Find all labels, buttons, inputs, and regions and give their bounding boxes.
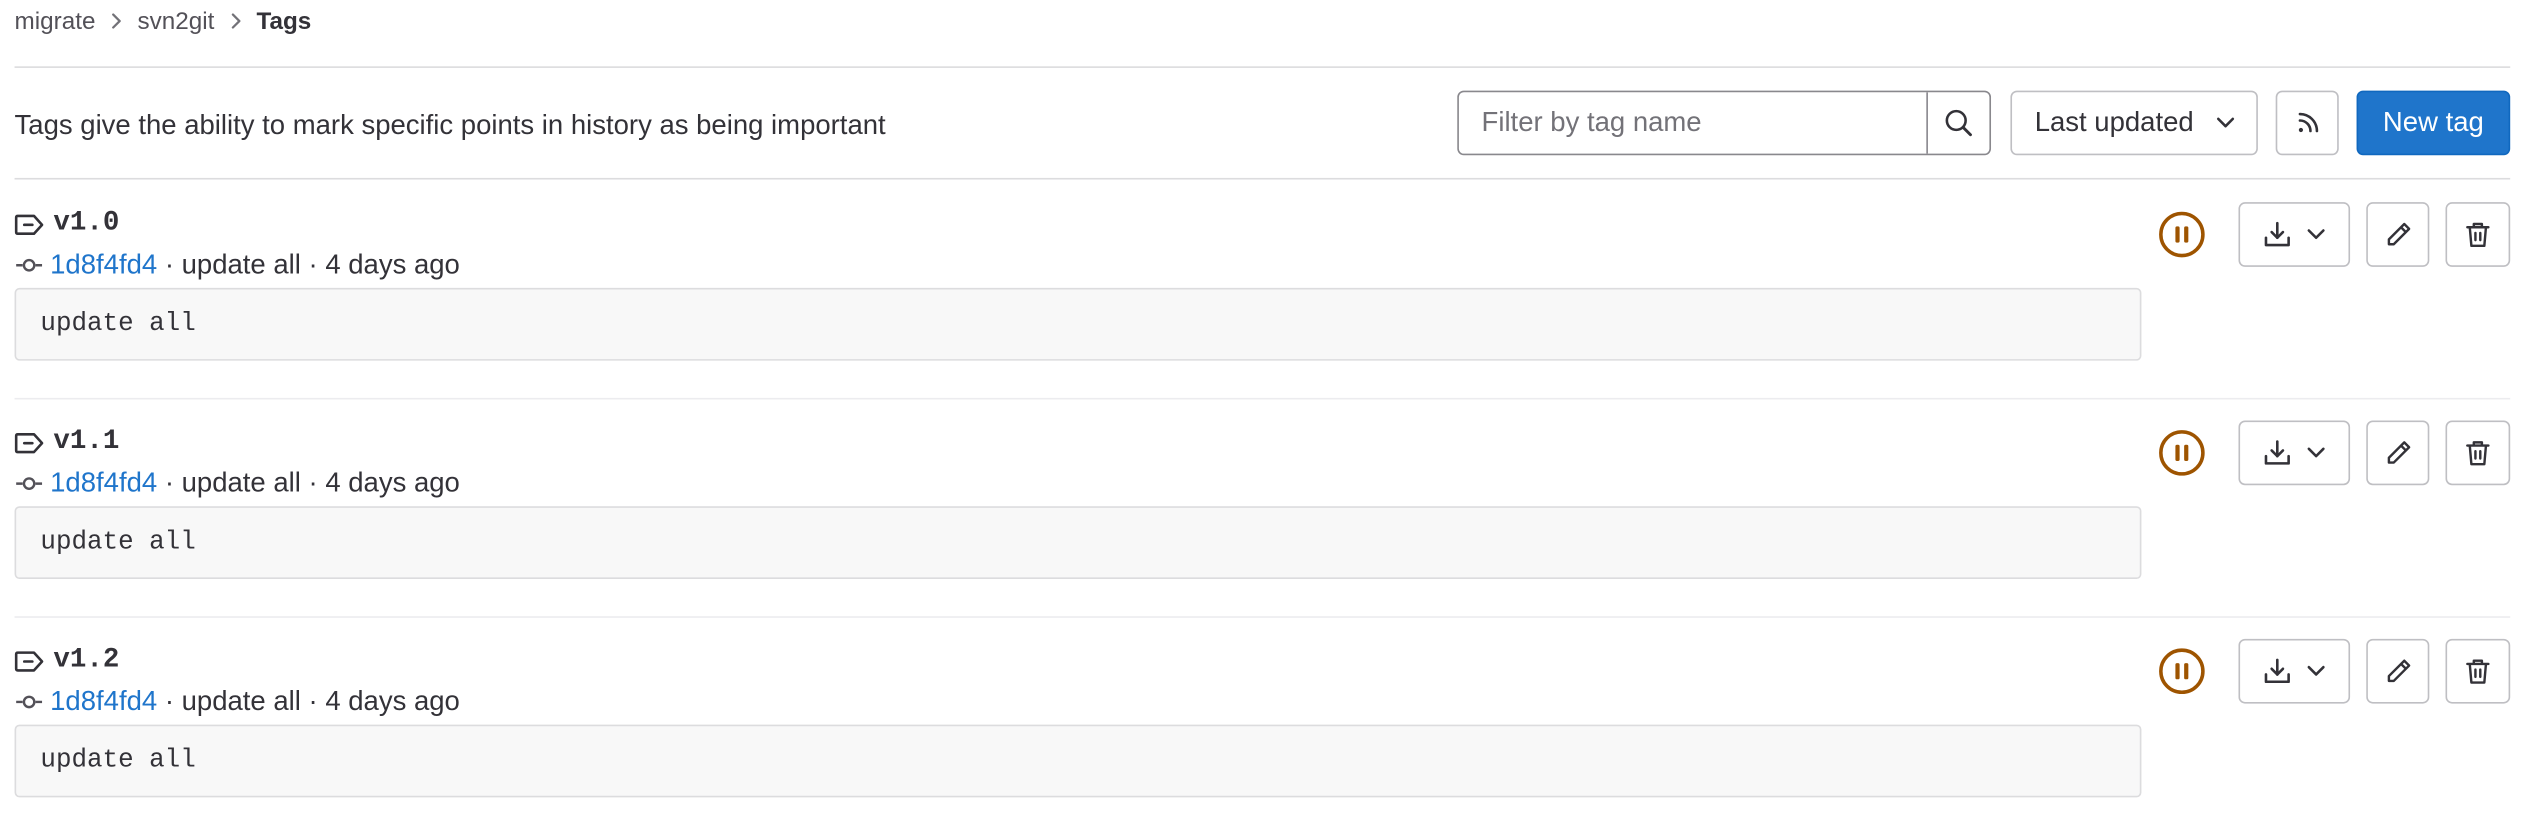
tags-page: migrate svn2git Tags Tags give the abili… [0,0,2536,822]
commit-sha-link[interactable]: 1d8f4fd4 [50,467,157,499]
trash-icon [2466,222,2490,248]
search-button[interactable] [1926,92,1989,154]
commit-time: 4 days ago [325,249,460,280]
tag-message: update all [14,506,2142,580]
download-dropdown[interactable] [2238,638,2351,704]
pencil-icon [2386,659,2410,683]
commit-icon [16,695,43,709]
separator: · [157,685,182,717]
tag-title: v1.2 [13,645,119,676]
tag-title: v1.0 [13,209,119,240]
separator: · [300,685,326,717]
tag-row: v1.1 1d8f4fd4 · update all · 4 days ago … [0,398,2536,618]
pencil-icon [2386,441,2410,464]
commit-info: 1d8f4fd4 · update all · 4 days ago [15,467,460,499]
separator: · [157,249,182,280]
breadcrumb-current: Tags [256,7,312,35]
sort-dropdown[interactable]: Last updated [2010,90,2258,156]
chevron-down-icon [2216,117,2235,128]
commit-info: 1d8f4fd4 · update all · 4 days ago [15,686,460,718]
divider [14,66,2511,68]
chevron-down-icon [2307,447,2325,458]
sort-selected-label: Last updated [2034,106,2194,138]
tag-title: v1.1 [13,427,119,458]
search-icon [1945,109,1972,137]
tag-icon [14,650,44,671]
new-tag-button[interactable]: New tag [2356,90,2511,156]
tag-name[interactable]: v1.1 [53,427,119,458]
pipeline-status-icon[interactable] [2158,429,2207,478]
commit-sha-link[interactable]: 1d8f4fd4 [50,249,157,281]
chevron-right-icon [110,13,123,29]
tag-name[interactable]: v1.2 [53,645,119,676]
chevron-right-icon [229,13,242,29]
tag-search-input[interactable] [1458,92,1927,154]
commit-title[interactable]: update all [182,467,301,499]
download-icon [2264,658,2290,684]
commit-title[interactable]: update all [182,249,301,281]
page-description: Tags give the ability to mark specific p… [14,109,886,141]
tag-message: update all [14,287,2142,361]
separator: · [157,467,182,499]
rss-icon [2297,112,2318,133]
rss-button[interactable] [2275,90,2339,156]
pipeline-status-icon[interactable] [2158,210,2207,259]
separator: · [300,467,326,499]
download-icon [2264,440,2290,465]
download-icon [2264,221,2290,247]
tag-message: update all [14,724,2142,798]
commit-icon [16,477,43,490]
commit-info: 1d8f4fd4 · update all · 4 days ago [15,249,460,281]
tag-icon [14,213,44,235]
breadcrumb-item-migrate[interactable]: migrate [15,7,96,34]
trash-icon [2466,441,2490,466]
download-dropdown[interactable] [2238,420,2351,486]
pencil-icon [2386,222,2410,246]
commit-sha-link[interactable]: 1d8f4fd4 [50,686,157,718]
tag-search [1457,90,1992,156]
edit-button[interactable] [2366,202,2430,267]
delete-button[interactable] [2445,202,2511,267]
breadcrumb: migrate svn2git Tags [15,5,312,37]
tag-name[interactable]: v1.0 [53,209,119,240]
chevron-down-icon [2307,229,2325,240]
tag-row: v1.0 1d8f4fd4 · update all · 4 days ago … [0,180,2536,400]
tag-icon [14,432,44,453]
pipeline-status-icon[interactable] [2158,647,2207,696]
download-dropdown[interactable] [2238,202,2351,267]
delete-button[interactable] [2445,638,2511,704]
tag-row: v1.2 1d8f4fd4 · update all · 4 days ago … [0,616,2536,834]
separator: · [300,249,326,280]
commit-icon [16,258,43,272]
edit-button[interactable] [2366,420,2430,486]
chevron-down-icon [2307,665,2325,676]
breadcrumb-item-svn2git[interactable]: svn2git [138,7,215,34]
trash-icon [2466,659,2490,684]
edit-button[interactable] [2366,638,2430,704]
delete-button[interactable] [2445,420,2511,486]
commit-time: 4 days ago [325,685,460,717]
commit-title[interactable]: update all [182,686,301,718]
commit-time: 4 days ago [325,467,460,499]
